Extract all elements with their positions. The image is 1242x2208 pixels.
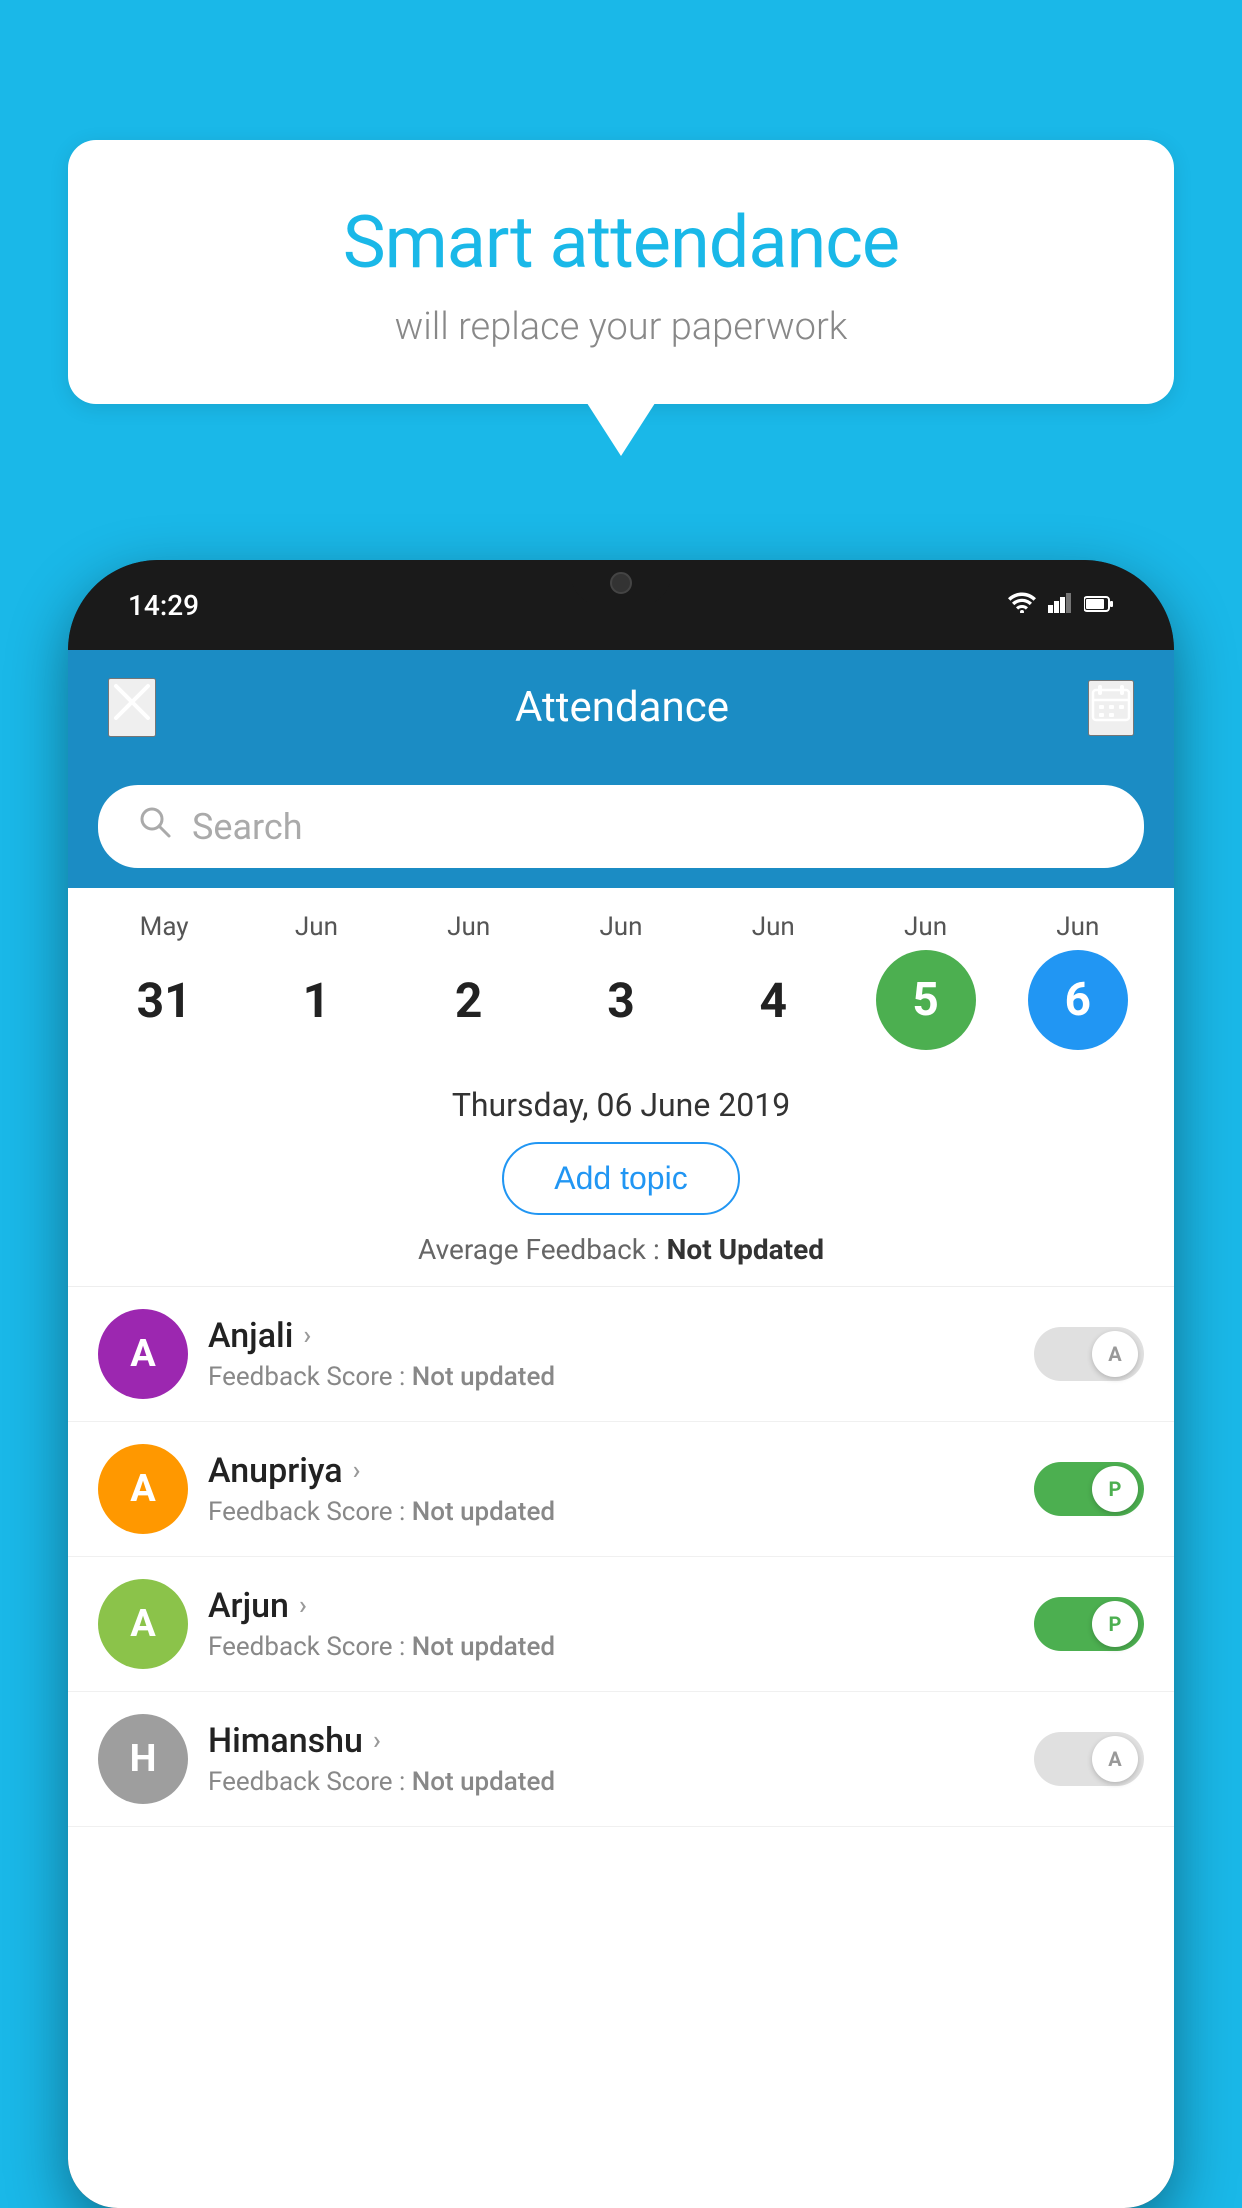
month-label: Jun xyxy=(904,912,947,942)
search-bar-container: Search xyxy=(68,765,1174,888)
date-item-jun3[interactable]: Jun 3 xyxy=(561,912,681,1050)
student-name: Anupriya › xyxy=(208,1451,1014,1491)
month-label: May xyxy=(140,912,189,942)
close-button[interactable] xyxy=(108,678,156,737)
toggle-on[interactable]: P xyxy=(1034,1597,1144,1651)
battery-icon xyxy=(1084,590,1114,620)
date-item-jun6[interactable]: Jun 6 xyxy=(1018,912,1138,1050)
date-item-may31[interactable]: May 31 xyxy=(104,912,224,1050)
front-camera xyxy=(610,572,632,594)
phone-frame: 14:29 xyxy=(68,560,1174,2208)
day-number: 1 xyxy=(266,950,366,1050)
selected-date-text: Thursday, 06 June 2019 xyxy=(98,1086,1144,1124)
status-bar: 14:29 xyxy=(68,560,1174,650)
table-row[interactable]: A Anupriya › Feedback Score : Not update… xyxy=(68,1422,1174,1557)
feedback-prefix: Average Feedback : xyxy=(418,1233,667,1266)
student-name: Himanshu › xyxy=(208,1721,1014,1761)
month-label: Jun xyxy=(752,912,795,942)
toggle-on[interactable]: P xyxy=(1034,1462,1144,1516)
search-placeholder: Search xyxy=(192,806,303,848)
month-label: Jun xyxy=(295,912,338,942)
date-item-jun2[interactable]: Jun 2 xyxy=(409,912,529,1050)
selected-date-section: Thursday, 06 June 2019 Add topic Average… xyxy=(68,1066,1174,1287)
chevron-right-icon: › xyxy=(373,1726,381,1756)
day-number-selected-blue: 6 xyxy=(1028,950,1128,1050)
student-info: Himanshu › Feedback Score : Not updated xyxy=(188,1721,1034,1797)
speech-bubble-container: Smart attendance will replace your paper… xyxy=(68,140,1174,404)
add-topic-button[interactable]: Add topic xyxy=(502,1142,739,1215)
feedback-score: Feedback Score : Not updated xyxy=(208,1632,1014,1662)
avatar: H xyxy=(98,1714,188,1804)
toggle-off[interactable]: A xyxy=(1034,1732,1144,1786)
feedback-score: Feedback Score : Not updated xyxy=(208,1497,1014,1527)
search-bar[interactable]: Search xyxy=(98,785,1144,868)
toggle-off[interactable]: A xyxy=(1034,1327,1144,1381)
day-number: 31 xyxy=(114,950,214,1050)
chevron-right-icon: › xyxy=(303,1321,311,1351)
student-name: Arjun › xyxy=(208,1586,1014,1626)
notch xyxy=(571,560,671,605)
search-icon xyxy=(138,805,172,848)
student-info: Anjali › Feedback Score : Not updated xyxy=(188,1316,1034,1392)
attendance-toggle[interactable]: A xyxy=(1034,1327,1144,1381)
chevron-right-icon: › xyxy=(299,1591,307,1621)
table-row[interactable]: H Himanshu › Feedback Score : Not update… xyxy=(68,1692,1174,1827)
avatar: A xyxy=(98,1309,188,1399)
student-name: Anjali › xyxy=(208,1316,1014,1356)
app-header: Attendance xyxy=(68,650,1174,765)
feedback-score: Feedback Score : Not updated xyxy=(208,1362,1014,1392)
toggle-knob: A xyxy=(1092,1736,1138,1782)
speech-bubble: Smart attendance will replace your paper… xyxy=(68,140,1174,404)
attendance-toggle[interactable]: A xyxy=(1034,1732,1144,1786)
toggle-knob: P xyxy=(1092,1466,1138,1512)
signal-icon xyxy=(1048,590,1072,620)
month-label: Jun xyxy=(447,912,490,942)
student-info: Anupriya › Feedback Score : Not updated xyxy=(188,1451,1034,1527)
bubble-subtitle: will replace your paperwork xyxy=(108,305,1134,349)
status-time: 14:29 xyxy=(128,589,199,622)
chevron-right-icon: › xyxy=(353,1456,361,1486)
toggle-knob: A xyxy=(1092,1331,1138,1377)
calendar-button[interactable] xyxy=(1088,680,1134,736)
status-icons xyxy=(1008,590,1114,620)
day-number: 2 xyxy=(419,950,519,1050)
date-item-jun5[interactable]: Jun 5 xyxy=(866,912,986,1050)
student-list: A Anjali › Feedback Score : Not updated … xyxy=(68,1287,1174,1827)
month-label: Jun xyxy=(599,912,642,942)
wifi-icon xyxy=(1008,590,1036,620)
table-row[interactable]: A Anjali › Feedback Score : Not updated … xyxy=(68,1287,1174,1422)
avatar: A xyxy=(98,1444,188,1534)
feedback-score: Feedback Score : Not updated xyxy=(208,1767,1014,1797)
date-selector: May 31 Jun 1 Jun 2 Jun 3 Jun 4 xyxy=(68,888,1174,1066)
attendance-toggle[interactable]: P xyxy=(1034,1462,1144,1516)
header-title: Attendance xyxy=(515,683,729,732)
average-feedback-label: Average Feedback : Not Updated xyxy=(98,1233,1144,1266)
day-number: 3 xyxy=(571,950,671,1050)
day-number: 4 xyxy=(723,950,823,1050)
toggle-knob: P xyxy=(1092,1601,1138,1647)
month-label: Jun xyxy=(1056,912,1099,942)
feedback-value: Not Updated xyxy=(667,1233,824,1266)
date-item-jun1[interactable]: Jun 1 xyxy=(256,912,376,1050)
date-row: May 31 Jun 1 Jun 2 Jun 3 Jun 4 xyxy=(88,912,1154,1050)
table-row[interactable]: A Arjun › Feedback Score : Not updated P xyxy=(68,1557,1174,1692)
avatar: A xyxy=(98,1579,188,1669)
attendance-toggle[interactable]: P xyxy=(1034,1597,1144,1651)
student-info: Arjun › Feedback Score : Not updated xyxy=(188,1586,1034,1662)
phone-screen: Attendance xyxy=(68,650,1174,2208)
day-number-selected-green: 5 xyxy=(876,950,976,1050)
date-item-jun4[interactable]: Jun 4 xyxy=(713,912,833,1050)
bubble-title: Smart attendance xyxy=(108,200,1134,285)
